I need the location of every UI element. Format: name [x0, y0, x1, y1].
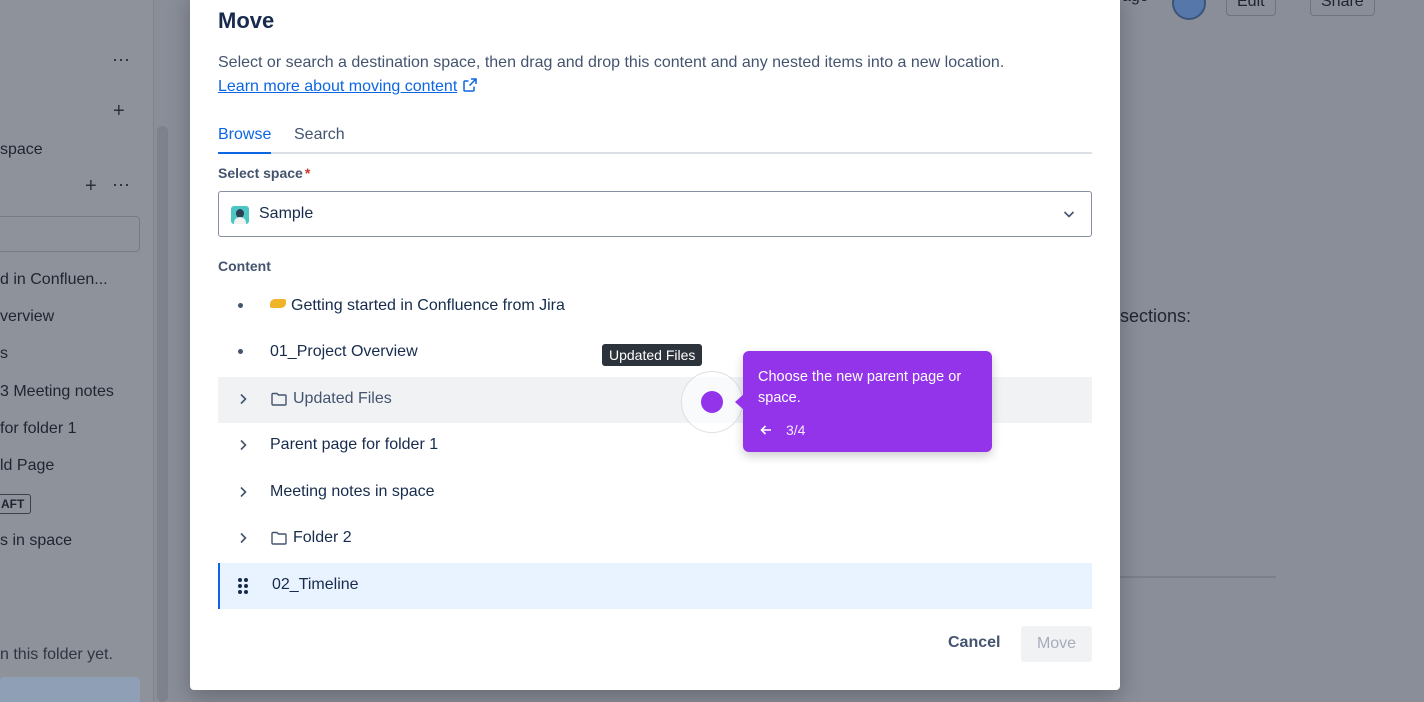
hover-tooltip: Updated Files	[602, 344, 703, 366]
empty-folder-text: n this folder yet.	[0, 646, 113, 663]
add-icon[interactable]: +	[113, 100, 125, 123]
divider	[1120, 576, 1276, 578]
sidebar-item[interactable]: s in space	[0, 532, 72, 550]
chevron-right-icon[interactable]	[235, 484, 251, 505]
sidebar-item[interactable]: space	[0, 141, 43, 159]
space-select[interactable]: Sample	[218, 191, 1092, 237]
share-button[interactable]: Share	[1310, 0, 1375, 16]
guide-beacon[interactable]	[701, 391, 723, 413]
tree-item[interactable]: Getting started in Confluence from Jira	[218, 284, 1092, 330]
external-link-icon	[462, 77, 478, 98]
chevron-right-icon[interactable]	[235, 530, 251, 551]
learn-more-label: Learn more about moving content	[218, 78, 458, 95]
guide-popover: Choose the new parent page or space. 3/4	[735, 351, 992, 452]
move-button[interactable]: Move	[1021, 626, 1092, 662]
tree-item-label: Folder 2	[293, 529, 352, 546]
space-avatar-icon	[231, 206, 249, 224]
guide-pointer	[735, 394, 744, 410]
sidebar-item[interactable]: s	[0, 345, 8, 363]
content-label: Content	[218, 258, 271, 274]
select-space-label: Select space *	[218, 165, 311, 181]
draft-badge: AFT	[0, 494, 31, 514]
sidebar-selected-item[interactable]	[0, 677, 140, 702]
tree-item-label: Getting started in Confluence from Jira	[270, 297, 565, 315]
bullet-icon	[238, 349, 243, 354]
tree-item-current[interactable]: 02_Timeline	[218, 563, 1092, 609]
guide-step-counter: 3/4	[786, 422, 806, 438]
tree-item-label: 02_Timeline	[272, 576, 359, 593]
sidebar-search-input[interactable]	[0, 216, 140, 252]
handshake-emoji-icon	[270, 299, 286, 308]
header-time: ago	[1122, 0, 1149, 6]
folder-icon	[270, 390, 288, 413]
bullet-icon	[238, 303, 243, 308]
tree-item-label: Updated Files	[293, 390, 392, 407]
guide-text: Choose the new parent page or space.	[758, 369, 962, 406]
tree-item-folder[interactable]: Folder 2	[218, 516, 1092, 562]
drag-handle-icon[interactable]	[236, 577, 250, 600]
tab-search[interactable]: Search	[294, 126, 345, 152]
sidebar-item[interactable]: ld Page	[0, 457, 54, 475]
tab-list: Browse Search	[218, 124, 1092, 154]
more-icon[interactable]: ⋯	[112, 175, 130, 196]
dialog-title: Move	[218, 8, 275, 33]
add-icon[interactable]: +	[85, 175, 97, 198]
cancel-button[interactable]: Cancel	[934, 626, 1014, 662]
chevron-down-icon	[1061, 206, 1077, 227]
sidebar-item[interactable]: d in Confluen...	[0, 271, 108, 289]
more-icon[interactable]: ⋯	[112, 50, 130, 71]
chevron-right-icon[interactable]	[235, 437, 251, 458]
selected-space-value: Sample	[259, 205, 314, 222]
share-label: Share	[1321, 0, 1364, 10]
learn-more-link[interactable]: Learn more about moving content	[218, 77, 478, 98]
chevron-right-icon[interactable]	[235, 391, 251, 412]
arrow-left-icon[interactable]	[758, 422, 774, 443]
background-sidebar: ⋯ + space + ⋯ d in Confluen... verview s…	[0, 0, 154, 702]
edit-label: Edit	[1237, 0, 1265, 10]
sidebar-item[interactable]: for folder 1	[0, 420, 76, 438]
folder-icon	[270, 529, 288, 552]
sidebar-item[interactable]: verview	[0, 308, 54, 326]
sidebar-scrollbar[interactable]	[157, 126, 168, 702]
tree-item-label: Meeting notes in space	[270, 483, 435, 500]
tree-item-label: 01_Project Overview	[270, 343, 418, 360]
required-indicator: *	[304, 165, 311, 181]
tree-item[interactable]: Meeting notes in space	[218, 470, 1092, 516]
sidebar-item[interactable]: 3 Meeting notes	[0, 383, 114, 401]
page-body-text: sections:	[1120, 306, 1192, 326]
dialog-description: Select or search a destination space, th…	[218, 54, 1005, 71]
tab-browse[interactable]: Browse	[218, 126, 272, 154]
tree-item-label: Parent page for folder 1	[270, 436, 439, 453]
edit-button[interactable]: Edit	[1226, 0, 1276, 16]
